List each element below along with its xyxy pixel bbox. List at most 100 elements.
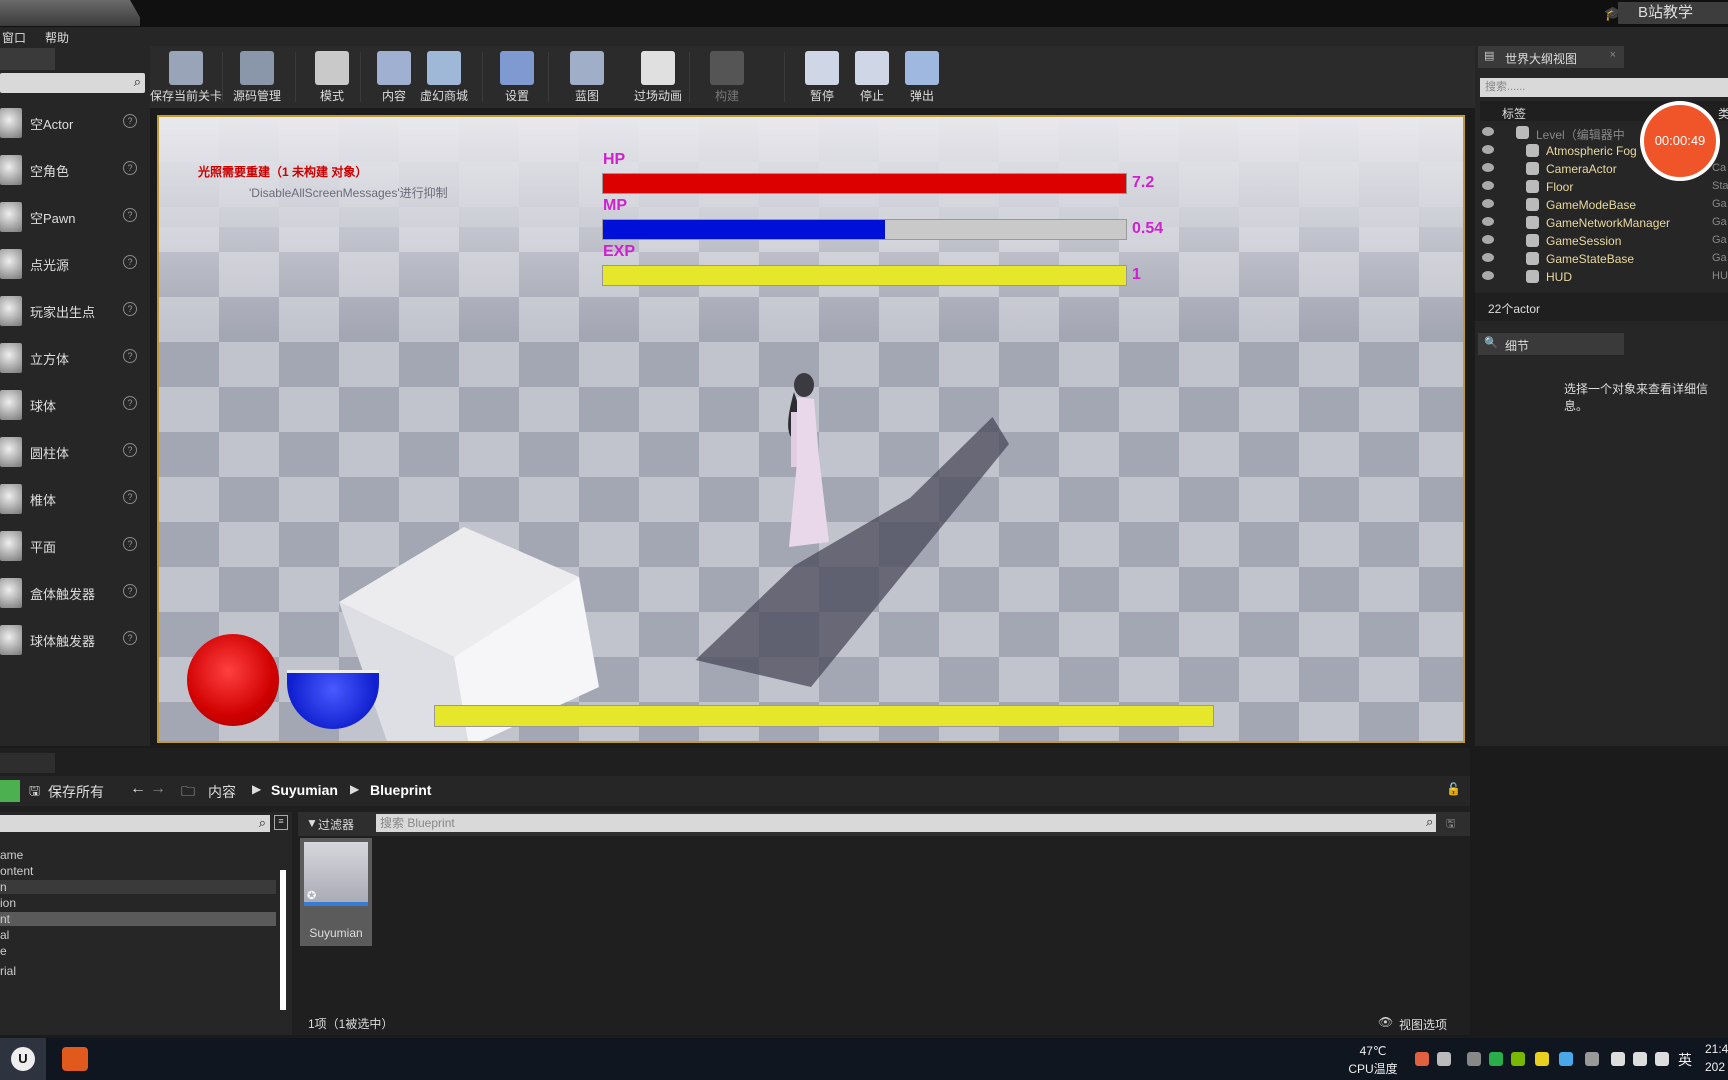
place-item[interactable]: 玩家出生点? [0, 288, 145, 332]
tree-folder-item[interactable]: n [0, 880, 276, 894]
help-icon[interactable]: ? [123, 302, 137, 316]
place-item[interactable]: 空角色? [0, 147, 145, 191]
help-icon[interactable]: ? [123, 396, 137, 410]
bluetooth-icon[interactable] [1585, 1052, 1599, 1066]
volume-icon[interactable] [1655, 1052, 1669, 1066]
tree-folder-item[interactable]: e [0, 944, 276, 958]
breadcrumb-content[interactable]: 内容 [208, 782, 236, 802]
tray-plus-icon[interactable] [1535, 1052, 1549, 1066]
level-viewport[interactable]: 光照需要重建（1 未构建 对象） 'DisableAllScreenMessag… [157, 115, 1465, 743]
place-item[interactable]: 球体? [0, 382, 145, 426]
toolbar-button[interactable]: 虚幻商城 [412, 46, 476, 108]
place-item[interactable]: 圆柱体? [0, 429, 145, 473]
outliner-row[interactable]: HUD HU [1480, 268, 1728, 286]
place-item[interactable]: 空Pawn? [0, 194, 145, 238]
eye-icon[interactable] [1482, 127, 1494, 136]
tree-folder-item[interactable]: ontent [0, 864, 276, 878]
place-item[interactable]: 盒体触发器? [0, 570, 145, 614]
place-panel-tab[interactable] [0, 48, 55, 70]
place-item[interactable]: 平面? [0, 523, 145, 567]
place-item[interactable]: 立方体? [0, 335, 145, 379]
view-options-button[interactable]: 视图选项 [1399, 1016, 1447, 1033]
tree-folder-item[interactable]: ion [0, 896, 276, 910]
place-item[interactable]: 空Actor? [0, 100, 145, 144]
place-item[interactable]: 椎体? [0, 476, 145, 520]
back-arrow-icon[interactable]: ← [130, 780, 146, 798]
eye-icon[interactable] [1482, 253, 1494, 262]
eye-icon[interactable] [1482, 217, 1494, 226]
clock-time[interactable]: 21:4 [1705, 1042, 1728, 1056]
toolbar-button[interactable]: 构建 [695, 46, 759, 108]
add-new-button[interactable] [0, 780, 20, 802]
save-all-button[interactable]: 保存所有 [48, 782, 104, 802]
wechat-icon[interactable] [1489, 1052, 1503, 1066]
unreal-taskbar-button[interactable]: U [0, 1038, 46, 1080]
tree-view-toggle-icon[interactable]: ≡ [274, 815, 288, 830]
help-icon[interactable]: ? [123, 349, 137, 363]
lock-icon[interactable]: 🔓 [1446, 782, 1461, 796]
tree-folder-item[interactable]: al [0, 928, 276, 942]
tree-search-input[interactable]: ⌕ [0, 815, 270, 832]
breadcrumb-suyumian[interactable]: Suyumian [271, 782, 338, 798]
toolbar-button[interactable]: 蓝图 [555, 46, 619, 108]
eye-icon[interactable] [1482, 199, 1494, 208]
details-tab[interactable]: 🔍 细节 [1478, 333, 1624, 355]
menu-window[interactable]: 窗口 [2, 29, 26, 46]
breadcrumb-blueprint[interactable]: Blueprint [370, 782, 431, 798]
label-column-header[interactable]: 标签 [1502, 105, 1526, 122]
tray-app-icon[interactable] [1415, 1052, 1429, 1066]
help-icon[interactable]: ? [123, 631, 137, 645]
content-browser-tab[interactable] [0, 753, 55, 773]
outliner-row[interactable]: GameStateBase Ga [1480, 250, 1728, 268]
help-icon[interactable]: ? [123, 255, 137, 269]
eye-icon[interactable] [1482, 235, 1494, 244]
microphone-icon[interactable] [1437, 1052, 1451, 1066]
type-column-header[interactable]: 类 [1718, 105, 1728, 122]
network-icon[interactable] [1633, 1052, 1647, 1066]
filters-button[interactable]: 过滤器 [318, 816, 354, 833]
toolbar-button[interactable]: 保存当前关卡 [150, 46, 222, 108]
level-tab[interactable] [0, 0, 140, 26]
cloud-icon[interactable] [1559, 1052, 1573, 1066]
world-outliner-tab[interactable]: ▤ 世界大纲视图 × [1478, 46, 1624, 68]
toolbar-button[interactable]: 过场动画 [626, 46, 690, 108]
screen-recorder-timer[interactable]: 00:00:49 [1640, 101, 1720, 181]
outliner-row[interactable]: GameModeBase Ga [1480, 196, 1728, 214]
outliner-search-input[interactable]: 搜索...... [1480, 78, 1728, 97]
tree-folder-item[interactable]: rial [0, 964, 276, 978]
outliner-row[interactable]: GameSession Ga [1480, 232, 1728, 250]
toolbar-button[interactable]: 源码管理 [225, 46, 289, 108]
eye-icon[interactable] [1482, 181, 1494, 190]
toolbar-button[interactable]: 模式 [300, 46, 364, 108]
help-icon[interactable]: ? [123, 114, 137, 128]
toolbar-button[interactable]: 设置 [485, 46, 549, 108]
clock-date[interactable]: 202 [1705, 1060, 1725, 1074]
place-search-input[interactable]: ⌕ [0, 73, 145, 93]
forward-arrow-icon[interactable]: → [150, 780, 166, 798]
tree-folder-item[interactable]: nt [0, 912, 276, 926]
help-icon[interactable]: ? [123, 490, 137, 504]
help-icon[interactable]: ? [123, 161, 137, 175]
help-icon[interactable]: ? [123, 584, 137, 598]
save-search-icon[interactable]: 🖫 [1446, 815, 1455, 834]
ime-language[interactable]: 英 [1678, 1050, 1692, 1070]
menu-help[interactable]: 帮助 [45, 29, 69, 46]
eye-icon[interactable] [1482, 271, 1494, 280]
nvidia-icon[interactable] [1511, 1052, 1525, 1066]
asset-search-input[interactable]: 搜索 Blueprint [376, 814, 1436, 832]
outliner-row[interactable]: GameNetworkManager Ga [1480, 214, 1728, 232]
security-icon[interactable] [1611, 1052, 1625, 1066]
close-icon[interactable]: × [1610, 49, 1616, 61]
outliner-row[interactable]: Floor Sta [1480, 178, 1728, 196]
tree-folder-item[interactable]: ame [0, 848, 276, 862]
help-icon[interactable]: ? [123, 208, 137, 222]
recorder-app-icon[interactable] [62, 1047, 88, 1071]
help-icon[interactable]: ? [123, 537, 137, 551]
epic-icon[interactable] [1467, 1052, 1481, 1066]
eye-icon[interactable] [1482, 145, 1494, 154]
place-item[interactable]: 球体触发器? [0, 617, 145, 661]
tree-scrollbar[interactable] [280, 870, 286, 1010]
toolbar-button[interactable]: 弹出 [890, 46, 954, 108]
help-icon[interactable]: ? [123, 443, 137, 457]
place-item[interactable]: 点光源? [0, 241, 145, 285]
